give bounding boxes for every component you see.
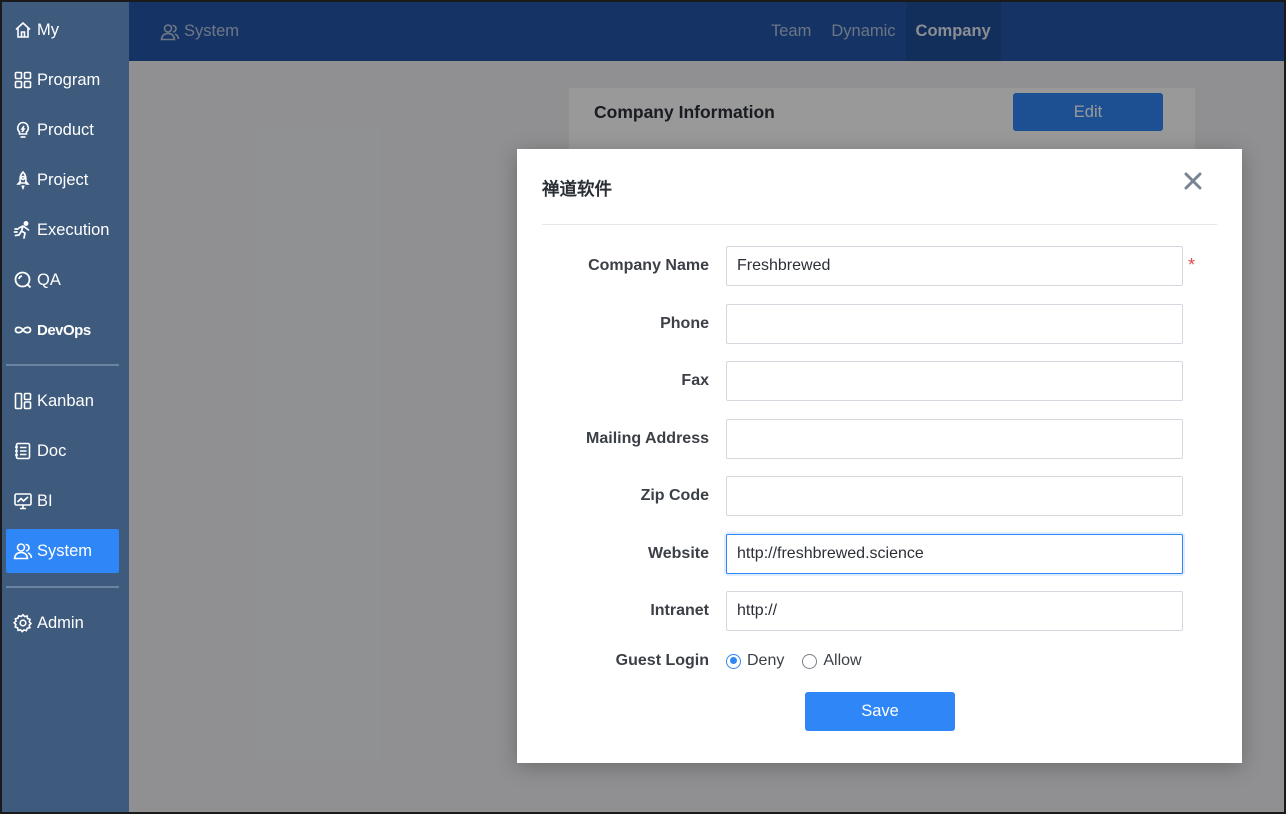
sidebar-item-system[interactable]: System — [6, 529, 119, 573]
fax-label: Fax — [681, 372, 709, 389]
sidebar-item-label: My — [37, 20, 59, 39]
app-window: My Program Product Project Execution QA … — [0, 0, 1286, 814]
modal-divider — [542, 224, 1217, 225]
company-name-label: Company Name — [588, 257, 709, 274]
company-name-field[interactable] — [726, 246, 1183, 286]
sidebar-divider — [6, 364, 119, 366]
zip-field[interactable] — [726, 476, 1183, 516]
guest-login-row: Guest Login Deny Allow — [517, 641, 1242, 681]
sidebar-item-devops[interactable]: DevOps — [6, 308, 119, 352]
sidebar-item-label: BI — [37, 491, 53, 510]
sidebar-item-label: QA — [37, 270, 61, 289]
sidebar-item-label: Kanban — [37, 391, 94, 410]
website-label: Website — [647, 545, 709, 562]
infinity-icon — [14, 326, 32, 334]
sidebar-item-bi[interactable]: BI — [6, 479, 119, 523]
intranet-row: Intranet — [517, 591, 1242, 631]
magnifier-icon — [14, 271, 32, 289]
sidebar-item-kanban[interactable]: Kanban — [6, 379, 119, 423]
guest-login-deny-label[interactable]: Deny — [747, 652, 784, 670]
home-icon — [15, 21, 31, 38]
required-marker: * — [1188, 255, 1196, 275]
website-field[interactable] — [726, 534, 1183, 574]
phone-row: Phone — [517, 304, 1242, 344]
phone-label: Phone — [660, 315, 709, 332]
sidebar-item-execution[interactable]: Execution — [6, 208, 119, 252]
guest-login-allow-radio[interactable] — [802, 653, 818, 669]
fax-field[interactable] — [726, 361, 1183, 401]
chart-monitor-icon — [14, 493, 32, 510]
sidebar-item-my[interactable]: My — [6, 8, 119, 52]
guest-login-allow-label[interactable]: Allow — [823, 652, 861, 670]
running-icon — [13, 221, 30, 239]
sidebar-item-label: Product — [37, 120, 94, 139]
kanban-icon — [14, 392, 32, 410]
sidebar-item-product[interactable]: Product — [6, 108, 119, 152]
address-field[interactable] — [726, 419, 1183, 459]
sidebar-item-label: System — [37, 541, 93, 560]
guest-login-deny-radio[interactable] — [726, 653, 741, 669]
fax-row: Fax — [517, 361, 1242, 401]
sidebar-divider — [6, 586, 119, 588]
lightbulb-icon — [17, 121, 29, 138]
zip-row: Zip Code — [517, 476, 1242, 516]
sidebar-item-doc[interactable]: Doc — [6, 429, 119, 473]
website-row: Website — [517, 534, 1242, 574]
save-button[interactable]: Save — [805, 692, 955, 731]
company-edit-modal: 禅道软件 Company Name * Phone Fax Mailing Ad… — [517, 149, 1242, 763]
modal-title: 禅道软件 — [542, 179, 612, 199]
sidebar-item-label: DevOps — [37, 321, 91, 339]
document-icon — [15, 442, 31, 460]
company-name-row: Company Name * — [517, 246, 1242, 286]
sidebar-item-label: Doc — [37, 441, 67, 460]
sidebar-item-label: Program — [37, 70, 101, 89]
sidebar: My Program Product Project Execution QA … — [2, 2, 129, 812]
address-row: Mailing Address — [517, 419, 1242, 459]
intranet-label: Intranet — [650, 602, 709, 619]
close-icon[interactable] — [1181, 169, 1205, 193]
zip-label: Zip Code — [640, 487, 709, 504]
sidebar-item-project[interactable]: Project — [6, 158, 119, 202]
sidebar-item-label: Project — [37, 170, 89, 189]
sidebar-item-qa[interactable]: QA — [6, 258, 119, 302]
users-icon — [13, 543, 33, 560]
address-label: Mailing Address — [586, 430, 709, 447]
guest-login-label: Guest Login — [615, 652, 709, 669]
gear-icon — [13, 613, 33, 633]
guest-login-radio-group: Deny Allow — [726, 641, 874, 681]
sidebar-item-label: Admin — [37, 613, 84, 632]
phone-field[interactable] — [726, 304, 1183, 344]
grid-icon — [14, 71, 32, 89]
intranet-field[interactable] — [726, 591, 1183, 631]
rocket-icon — [16, 170, 30, 190]
sidebar-item-label: Execution — [37, 220, 110, 239]
sidebar-item-admin[interactable]: Admin — [6, 601, 119, 645]
sidebar-item-program[interactable]: Program — [6, 58, 119, 102]
